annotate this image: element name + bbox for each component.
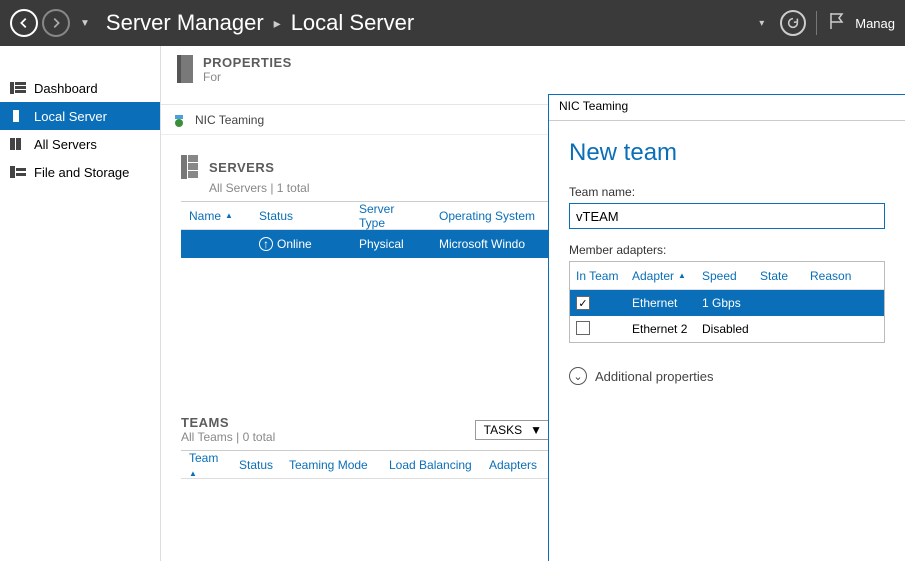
sidebar-item-label: Dashboard xyxy=(34,81,98,96)
adapter-row[interactable]: Ethernet 2 Disabled xyxy=(570,316,884,342)
col-name-header[interactable]: Name▲ xyxy=(181,209,251,223)
divider xyxy=(816,11,817,35)
col-load-balancing-header[interactable]: Load Balancing xyxy=(381,458,481,472)
sidebar-item-label: File and Storage xyxy=(34,165,129,180)
nic-app-icon xyxy=(171,112,187,128)
col-server-type-header[interactable]: Server Type xyxy=(351,202,431,230)
col-teaming-mode-header[interactable]: Teaming Mode xyxy=(281,458,381,472)
col-os-header[interactable]: Operating System xyxy=(431,209,551,223)
titlebar: ▼ Server Manager ▸ Local Server ▾ Manag xyxy=(0,0,905,46)
servers-icon xyxy=(10,137,26,151)
view-dropdown-icon[interactable]: ▾ xyxy=(759,18,764,29)
sidebar-item-label: All Servers xyxy=(34,137,97,152)
col-adapter-header[interactable]: Adapter ▲ xyxy=(626,269,696,283)
back-button[interactable] xyxy=(10,9,38,37)
additional-properties-toggle[interactable]: ⌄ Additional properties xyxy=(569,367,887,385)
chevron-down-icon: ⌄ xyxy=(569,367,587,385)
servers-table: Name▲ Status Server Type Operating Syste… xyxy=(181,201,551,258)
breadcrumb-root[interactable]: Server Manager xyxy=(106,10,264,36)
sidebar-item-local-server[interactable]: Local Server xyxy=(0,102,160,130)
history-dropdown-icon[interactable]: ▼ xyxy=(80,18,90,29)
team-name-input[interactable] xyxy=(569,203,885,229)
server-row[interactable]: ↑Online Physical Microsoft Windo xyxy=(181,230,551,258)
new-team-titlebar[interactable]: NIC Teaming xyxy=(549,95,905,121)
col-adapters-header[interactable]: Adapters xyxy=(481,458,551,472)
breadcrumb-current[interactable]: Local Server xyxy=(291,10,415,36)
member-adapters-table: In Team Adapter ▲ Speed State Reason ✓ E… xyxy=(569,261,885,343)
properties-for: For xyxy=(203,70,292,84)
server-icon xyxy=(10,109,26,123)
properties-header: PROPERTIES For xyxy=(161,46,905,92)
breadcrumb: Server Manager ▸ Local Server xyxy=(106,10,753,36)
col-team-header[interactable]: Team ▲ xyxy=(181,451,231,479)
new-team-dialog: NIC Teaming New team Team name: Member a… xyxy=(548,94,905,561)
tasks-dropdown-button[interactable]: TASKS ▼ xyxy=(475,420,551,440)
new-team-heading: New team xyxy=(569,139,887,167)
refresh-button[interactable] xyxy=(780,10,806,36)
team-name-label: Team name: xyxy=(569,185,887,199)
col-state-header[interactable]: State xyxy=(754,269,804,283)
sidebar-item-file-storage[interactable]: File and Storage xyxy=(0,158,160,186)
chevron-right-icon: ▸ xyxy=(274,15,281,32)
online-status-icon: ↑ xyxy=(259,237,273,251)
sort-asc-icon: ▲ xyxy=(189,469,197,478)
dashboard-icon xyxy=(10,81,26,95)
adapter-checkbox[interactable] xyxy=(576,321,590,335)
teams-section-title: TEAMS xyxy=(181,415,275,430)
chevron-down-icon: ▼ xyxy=(530,423,542,437)
sort-asc-icon: ▲ xyxy=(678,271,686,280)
sidebar-item-dashboard[interactable]: Dashboard xyxy=(0,74,160,102)
storage-icon xyxy=(10,165,26,179)
notifications-flag-icon[interactable] xyxy=(827,11,845,36)
col-speed-header[interactable]: Speed xyxy=(696,269,754,283)
properties-title: PROPERTIES xyxy=(203,55,292,70)
member-adapters-label: Member adapters: xyxy=(569,243,887,257)
adapter-row[interactable]: ✓ Ethernet 1 Gbps xyxy=(570,290,884,316)
col-team-status-header[interactable]: Status xyxy=(231,458,281,472)
sort-asc-icon: ▲ xyxy=(225,211,233,220)
forward-button[interactable] xyxy=(42,9,70,37)
server-tower-icon xyxy=(177,55,193,83)
sidebar-item-label: Local Server xyxy=(34,109,107,124)
col-reason-header[interactable]: Reason xyxy=(804,269,884,283)
teams-table: Team ▲ Status Teaming Mode Load Balancin… xyxy=(181,450,551,479)
col-status-header[interactable]: Status xyxy=(251,209,351,223)
sidebar: Dashboard Local Server All Servers File … xyxy=(0,46,160,561)
servers-section-title: SERVERS xyxy=(209,160,274,175)
sidebar-item-all-servers[interactable]: All Servers xyxy=(0,130,160,158)
servers-section-icon xyxy=(181,155,199,179)
adapter-checkbox[interactable]: ✓ xyxy=(576,296,590,310)
col-in-team-header[interactable]: In Team xyxy=(570,269,626,283)
manage-menu[interactable]: Manag xyxy=(855,16,895,31)
teams-section-subtitle: All Teams | 0 total xyxy=(181,430,275,444)
